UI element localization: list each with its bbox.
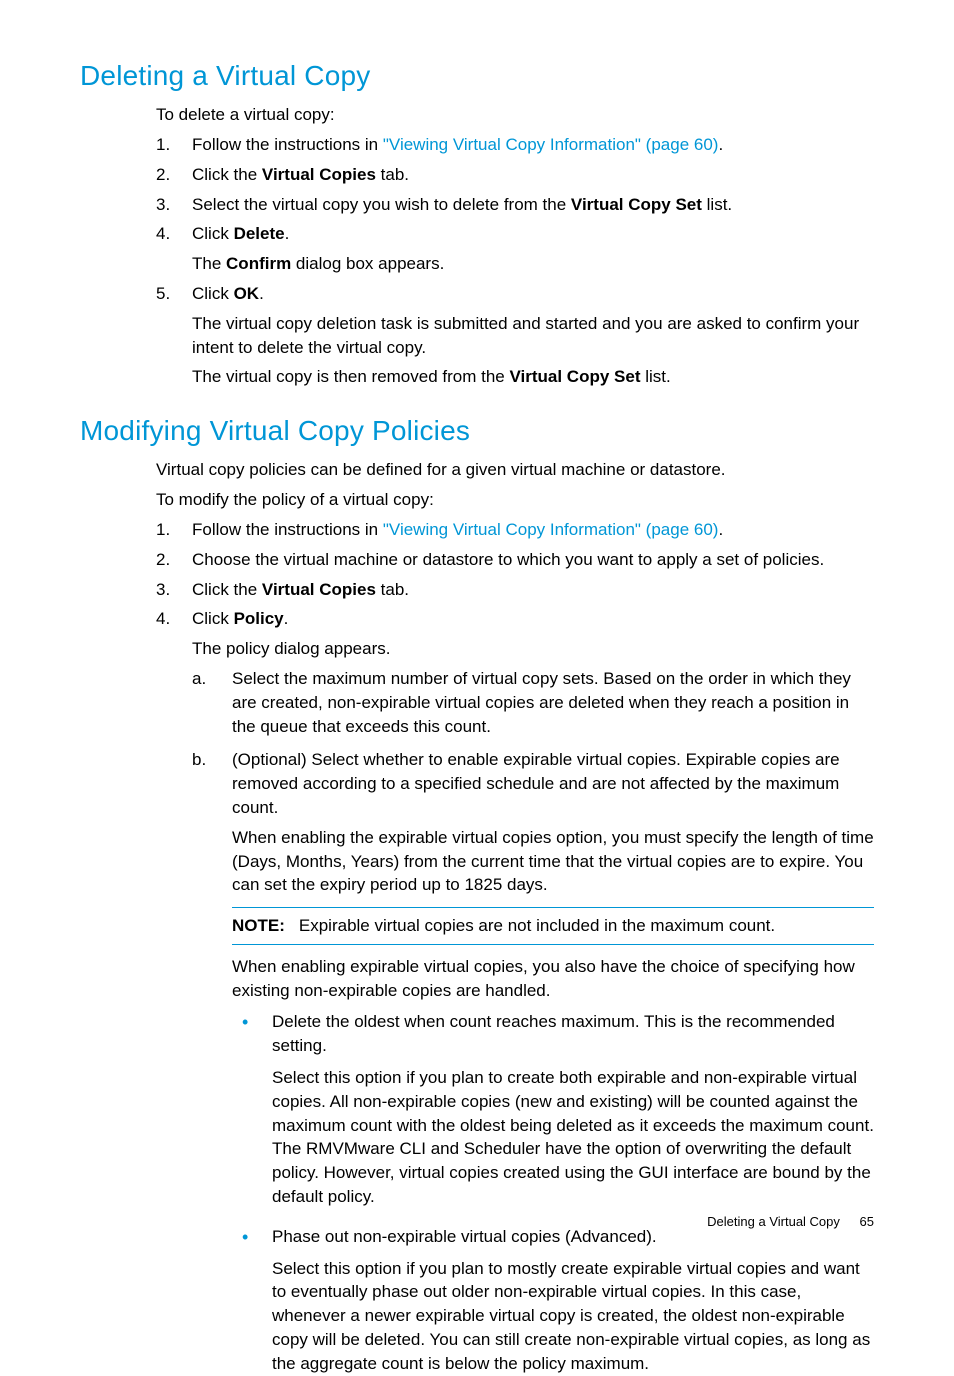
section2-intro1: Virtual copy policies can be defined for… [156, 458, 874, 482]
bold-term: Virtual Copies [262, 580, 376, 599]
text-run: tab. [376, 580, 409, 599]
bullet-item: Delete the oldest when count reaches max… [232, 1010, 874, 1208]
bold-term: Virtual Copies [262, 165, 376, 184]
substep-item: a. Select the maximum number of virtual c… [192, 667, 874, 738]
step-text: Click OK. [192, 282, 874, 306]
section2-body: Virtual copy policies can be defined for… [156, 458, 874, 1375]
text-run: Click [192, 284, 234, 303]
bold-term: Confirm [226, 254, 291, 273]
section2-steps: 1. Follow the instructions in "Viewing Vi… [156, 518, 874, 1376]
bullet-item: Phase out non-expirable virtual copies (… [232, 1225, 874, 1376]
step-text: Click the Virtual Copies tab. [192, 578, 874, 602]
text-run: The policy dialog appears. [192, 639, 390, 658]
substeps: a. Select the maximum number of virtual c… [192, 667, 874, 1376]
cross-reference-link[interactable]: "Viewing Virtual Copy Information" (page… [383, 135, 719, 154]
note-text: Expirable virtual copies are not include… [299, 916, 775, 935]
bullet-lead: Delete the oldest when count reaches max… [272, 1010, 874, 1058]
substep-letter: b. [192, 748, 206, 772]
step-item: 5. Click OK. The virtual copy deletion tas… [156, 282, 874, 389]
bold-term: OK [234, 284, 260, 303]
step-number: 2. [156, 163, 170, 187]
heading-deleting: Deleting a Virtual Copy [80, 56, 874, 95]
step-followup: The Confirm dialog box appears. [192, 252, 874, 276]
step-text: Click the Virtual Copies tab. [192, 163, 874, 187]
section1-body: To delete a virtual copy: 1. Follow the i… [156, 103, 874, 389]
text-run: Choose the virtual machine or datastore … [192, 550, 824, 569]
page-footer: Deleting a Virtual Copy 65 [707, 1213, 874, 1231]
footer-page-number: 65 [860, 1214, 874, 1229]
step-followup: The policy dialog appears. [192, 637, 874, 661]
step-item: 2. Choose the virtual machine or datastor… [156, 548, 874, 572]
text-run: Click [192, 224, 234, 243]
step-item: 3. Click the Virtual Copies tab. [156, 578, 874, 602]
bold-term: Virtual Copy Set [509, 367, 640, 386]
step-number: 3. [156, 578, 170, 602]
text-run: list. [640, 367, 670, 386]
step-item: 1. Follow the instructions in "Viewing Vi… [156, 133, 874, 157]
substep-item: b. (Optional) Select whether to enable ex… [192, 748, 874, 1375]
substep-text: Select the maximum number of virtual cop… [232, 667, 874, 738]
text-run: Follow the instructions in [192, 135, 383, 154]
text-run: Click [192, 609, 234, 628]
document-page: Deleting a Virtual Copy To delete a virt… [0, 0, 954, 1271]
step-text: Follow the instructions in "Viewing Virt… [192, 518, 874, 542]
text-run: Click the [192, 580, 262, 599]
step-number: 3. [156, 193, 170, 217]
text-run: . [284, 609, 289, 628]
text-run: . [259, 284, 264, 303]
step-text: Click Delete. [192, 222, 874, 246]
text-run: Click the [192, 165, 262, 184]
step-item: 1. Follow the instructions in "Viewing Vi… [156, 518, 874, 542]
bullet-list: Delete the oldest when count reaches max… [232, 1010, 874, 1375]
bold-term: Policy [234, 609, 284, 628]
footer-title: Deleting a Virtual Copy [707, 1214, 840, 1229]
text-run: . [718, 135, 723, 154]
text-run: The virtual copy deletion task is submit… [192, 314, 859, 357]
text-run: dialog box appears. [291, 254, 444, 273]
step-text: Follow the instructions in "Viewing Virt… [192, 133, 874, 157]
text-run: Select the virtual copy you wish to dele… [192, 195, 571, 214]
text-run: The virtual copy is then removed from th… [192, 367, 509, 386]
bullet-body: Select this option if you plan to create… [272, 1066, 874, 1209]
text-run: . [718, 520, 723, 539]
cross-reference-link[interactable]: "Viewing Virtual Copy Information" (page… [383, 520, 719, 539]
text-run: list. [702, 195, 732, 214]
bold-term: Virtual Copy Set [571, 195, 702, 214]
step-number: 2. [156, 548, 170, 572]
substep-letter: a. [192, 667, 206, 691]
section2-intro2: To modify the policy of a virtual copy: [156, 488, 874, 512]
step-number: 1. [156, 133, 170, 157]
step-item: 2. Click the Virtual Copies tab. [156, 163, 874, 187]
step-number: 4. [156, 607, 170, 631]
step-number: 4. [156, 222, 170, 246]
step-number: 1. [156, 518, 170, 542]
text-run: The [192, 254, 226, 273]
substep-paragraph: When enabling the expirable virtual copi… [232, 826, 874, 897]
substep-text: (Optional) Select whether to enable expi… [232, 748, 874, 819]
step-number: 5. [156, 282, 170, 306]
bullet-body: Select this option if you plan to mostly… [272, 1257, 874, 1376]
text-run: . [285, 224, 290, 243]
text-run: tab. [376, 165, 409, 184]
step-item: 3. Select the virtual copy you wish to de… [156, 193, 874, 217]
text-run: Follow the instructions in [192, 520, 383, 539]
substep-paragraph: When enabling expirable virtual copies, … [232, 955, 874, 1003]
step-item: 4. Click Policy. The policy dialog appears… [156, 607, 874, 1375]
note-label: NOTE: [232, 916, 285, 935]
step-item: 4. Click Delete. The Confirm dialog box ap… [156, 222, 874, 276]
step-followup: The virtual copy is then removed from th… [192, 365, 874, 389]
step-text: Click Policy. [192, 607, 874, 631]
step-text: Select the virtual copy you wish to dele… [192, 193, 874, 217]
step-text: Choose the virtual machine or datastore … [192, 548, 874, 572]
heading-modifying: Modifying Virtual Copy Policies [80, 411, 874, 450]
step-followup: The virtual copy deletion task is submit… [192, 312, 874, 360]
section1-intro: To delete a virtual copy: [156, 103, 874, 127]
note-box: NOTE: Expirable virtual copies are not in… [232, 907, 874, 945]
bold-term: Delete [234, 224, 285, 243]
section1-steps: 1. Follow the instructions in "Viewing Vi… [156, 133, 874, 389]
